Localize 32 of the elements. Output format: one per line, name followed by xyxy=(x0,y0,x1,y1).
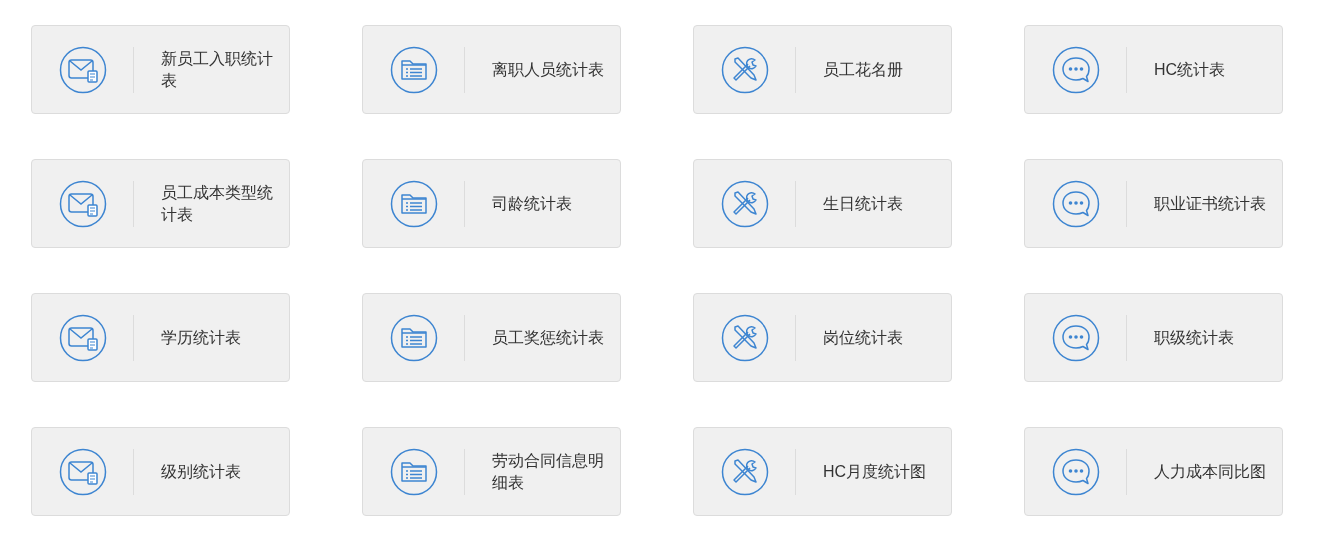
report-tile[interactable]: 职业证书统计表 xyxy=(1024,159,1283,248)
folder-list-icon xyxy=(390,45,438,94)
folder-list-icon xyxy=(390,313,438,362)
chat-bubble-icon xyxy=(1052,313,1100,362)
tools-icon xyxy=(721,447,769,496)
report-tile[interactable]: 人力成本同比图 xyxy=(1024,427,1283,516)
report-tile[interactable]: 员工花名册 xyxy=(693,25,952,114)
tools-icon xyxy=(721,179,769,228)
report-tile[interactable]: 职级统计表 xyxy=(1024,293,1283,382)
report-tile[interactable]: 司龄统计表 xyxy=(362,159,621,248)
chat-bubble-icon xyxy=(1052,179,1100,228)
report-tile[interactable]: 员工奖惩统计表 xyxy=(362,293,621,382)
folder-list-icon xyxy=(390,179,438,228)
report-tile[interactable]: 生日统计表 xyxy=(693,159,952,248)
envelope-icon xyxy=(59,447,107,496)
folder-list-icon xyxy=(390,447,438,496)
chat-bubble-icon xyxy=(1052,45,1100,94)
report-tile[interactable]: 岗位统计表 xyxy=(693,293,952,382)
report-tile[interactable]: 级别统计表 xyxy=(31,427,290,516)
envelope-icon xyxy=(59,45,107,94)
report-tile[interactable]: 员工成本类型统计表 xyxy=(31,159,290,248)
envelope-icon xyxy=(59,313,107,362)
report-tile[interactable]: 学历统计表 xyxy=(31,293,290,382)
report-tile[interactable]: HC月度统计图 xyxy=(693,427,952,516)
chat-bubble-icon xyxy=(1052,447,1100,496)
report-tile[interactable]: 劳动合同信息明细表 xyxy=(362,427,621,516)
report-tile[interactable]: HC统计表 xyxy=(1024,25,1283,114)
report-tile[interactable]: 新员工入职统计表 xyxy=(31,25,290,114)
report-tile[interactable]: 离职人员统计表 xyxy=(362,25,621,114)
tools-icon xyxy=(721,313,769,362)
tools-icon xyxy=(721,45,769,94)
envelope-icon xyxy=(59,179,107,228)
